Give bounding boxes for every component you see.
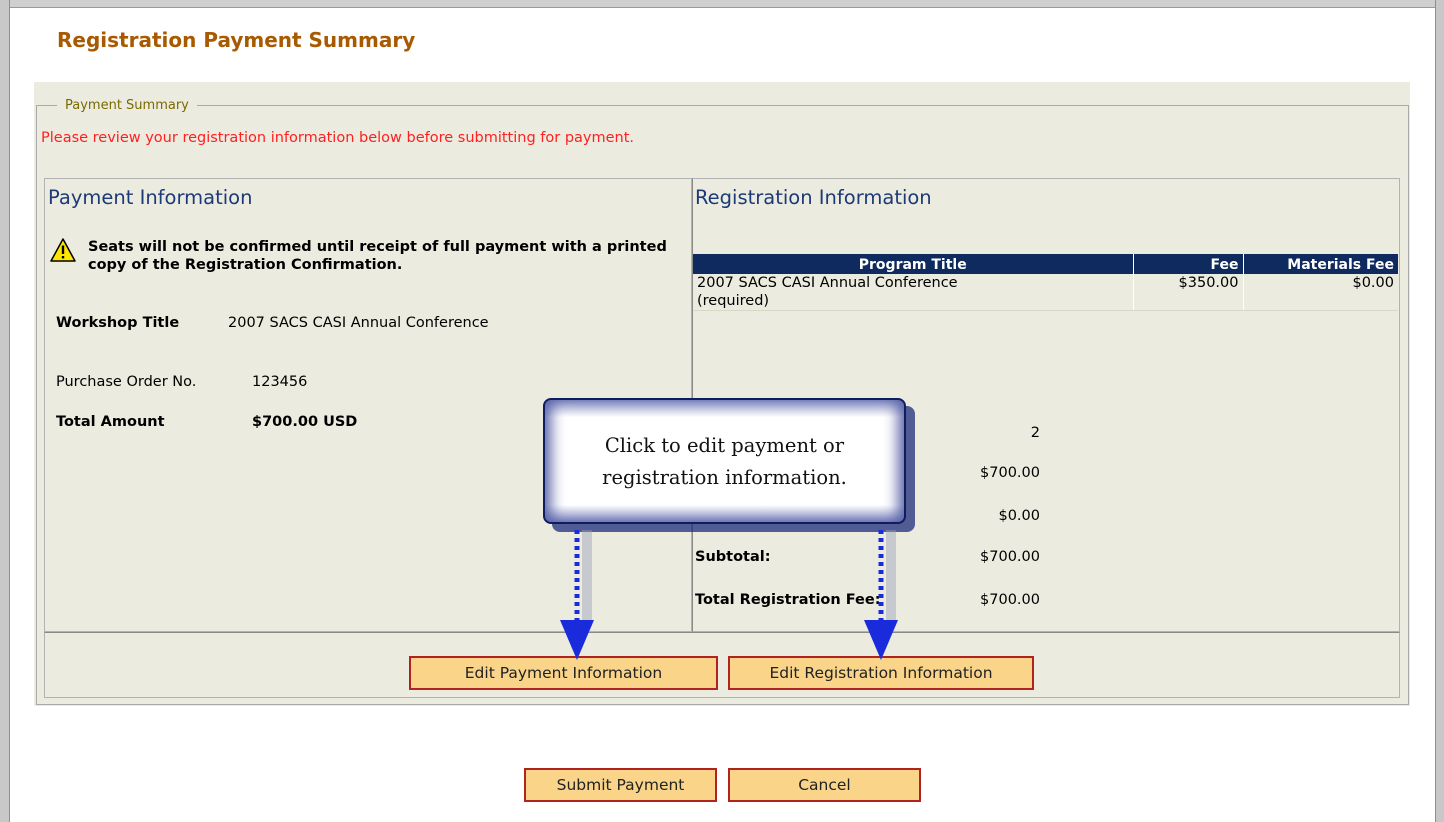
- review-notice: Please review your registration informat…: [41, 130, 635, 146]
- arrow-to-edit-registration-icon: [864, 530, 898, 660]
- program-title-cell: 2007 SACS CASI Annual Conference (requir…: [693, 274, 1133, 311]
- subtotal-value: $700.00: [980, 549, 1040, 565]
- total-registration-fee-label: Total Registration Fee:: [695, 592, 881, 608]
- table-row: 2007 SACS CASI Annual Conference (requir…: [693, 274, 1398, 311]
- submit-payment-button[interactable]: Submit Payment: [524, 768, 717, 802]
- window-top-border: [0, 0, 1444, 8]
- workshop-title-label: Workshop Title: [56, 315, 180, 331]
- page-title: Registration Payment Summary: [57, 28, 416, 52]
- column-header-materials-fee: Materials Fee: [1242, 254, 1398, 274]
- attendees-value: 2: [1030, 425, 1040, 441]
- fieldset-legend: Payment Summary: [57, 98, 197, 113]
- callout-line-1: Click to edit payment or: [604, 434, 845, 457]
- arrow-to-edit-payment-icon: [560, 530, 594, 660]
- edit-buttons-strip: [44, 632, 1400, 698]
- column-header-program-title: Program Title: [693, 254, 1133, 274]
- purchase-order-value: 123456: [252, 374, 308, 390]
- workshop-title-value: 2007 SACS CASI Annual Conference: [228, 315, 489, 331]
- program-table: Program Title Fee Materials Fee 2007 SAC…: [693, 254, 1398, 311]
- warning-icon: [50, 238, 76, 262]
- total-registration-fee-value: $700.00: [980, 592, 1040, 608]
- materials-fees-value: $0.00: [998, 508, 1040, 524]
- registration-information-heading: Registration Information: [695, 186, 932, 209]
- fee-cell: $350.00: [1132, 274, 1243, 311]
- window-right-border: [1435, 0, 1444, 822]
- registration-fees-value: $700.00: [980, 465, 1040, 481]
- total-amount-label: Total Amount: [56, 414, 165, 430]
- cancel-button[interactable]: Cancel: [728, 768, 921, 802]
- payment-information-heading: Payment Information: [48, 186, 253, 209]
- materials-fee-cell: $0.00: [1242, 274, 1398, 311]
- callout-text: Click to edit payment or registration in…: [543, 430, 906, 494]
- purchase-order-label: Purchase Order No.: [56, 374, 197, 390]
- callout-line-2: registration information.: [602, 466, 847, 489]
- subtotal-label: Subtotal:: [695, 549, 771, 565]
- total-amount-value: $700.00 USD: [252, 414, 358, 430]
- window-left-border: [0, 0, 10, 822]
- payment-warning-text: Seats will not be confirmed until receip…: [88, 239, 667, 273]
- column-header-fee: Fee: [1132, 254, 1243, 274]
